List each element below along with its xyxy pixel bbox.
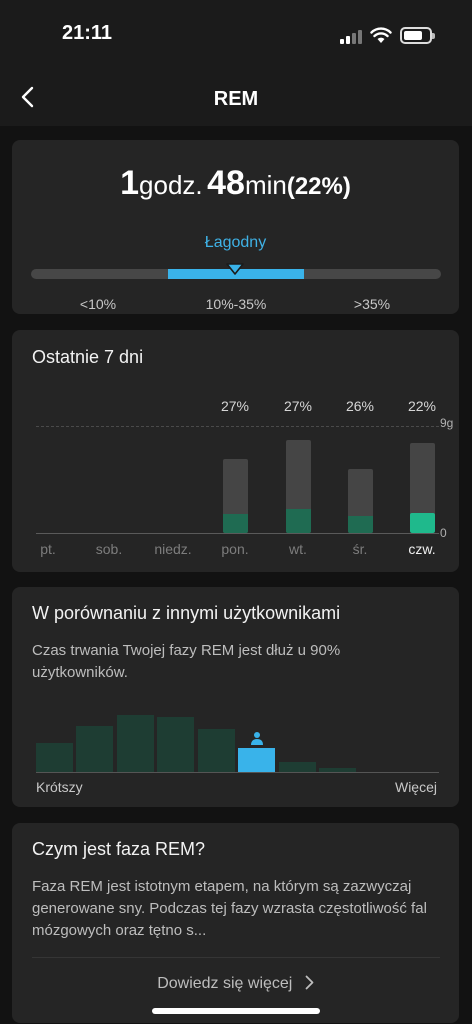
chart-top-gridline (36, 426, 439, 427)
page-title: REM (213, 88, 259, 110)
histogram-bar (117, 715, 154, 772)
home-indicator[interactable] (152, 1008, 320, 1014)
rem-percent-label: 22% (407, 398, 437, 414)
user-position-icon (250, 732, 263, 745)
rem-bar (286, 509, 311, 533)
range-label-normal: 10%-35% (205, 296, 267, 312)
learn-more-label: Dowiedz się więcej (157, 975, 293, 992)
histogram-axis (36, 772, 439, 773)
wifi-icon (370, 27, 392, 43)
rem-duration: 1godz. 48min(22%) (12, 164, 459, 203)
day-label: niedz. (154, 541, 192, 557)
status-time: 21:11 (62, 22, 113, 44)
rem-info-title: Czym jest faza REM? (32, 839, 206, 859)
histogram-bar-user (238, 748, 275, 772)
learn-more-link[interactable]: Dowiedz się więcej (12, 975, 459, 993)
rem-percent-label: 27% (220, 398, 250, 414)
comparison-title: W porównaniu z innymi użytkownikami (32, 603, 341, 623)
day-label: czw. (408, 541, 436, 557)
content-area: 1godz. 48min(22%) Łagodny <10% 10%-35% >… (0, 126, 472, 1024)
sleep-total-bar[interactable] (410, 443, 435, 533)
day-label: pt. (40, 541, 56, 557)
histogram-bar (36, 743, 73, 772)
histogram-label-right: Więcej (394, 779, 437, 795)
rem-bar (410, 513, 435, 533)
last-7-days-card: Ostatnie 7 dni 9g 0 pt. sob. niedz. pon. 27%… (12, 330, 459, 572)
histogram-bar (319, 768, 356, 772)
y-axis-max-label: 9g (440, 416, 454, 430)
duration-hours-unit: godz. (139, 170, 203, 200)
rem-bar (348, 516, 373, 533)
last-7-days-title: Ostatnie 7 dni (32, 347, 144, 367)
rem-summary-card: 1godz. 48min(22%) Łagodny <10% 10%-35% >… (12, 140, 459, 314)
status-bar: 21:11 (0, 0, 472, 70)
histogram-bar (76, 726, 113, 772)
duration-hours: 1 (120, 164, 140, 202)
rem-info-card: Czym jest faza REM? Faza REM jest istotn… (12, 823, 459, 1023)
histogram-label-left: Krótszy (36, 779, 83, 795)
nav-bar: REM (0, 70, 472, 126)
duration-minutes: 48 (207, 164, 245, 202)
chart-baseline (36, 533, 439, 534)
range-label-low: <10% (79, 296, 117, 312)
duration-percent: (22%) (286, 173, 351, 200)
range-label-high: >35% (353, 296, 391, 312)
range-pointer-icon (226, 263, 244, 275)
duration-minutes-unit: min (244, 170, 287, 200)
rem-info-text: Faza REM jest istotnym etapem, na którym… (32, 878, 427, 939)
sleep-total-bar[interactable] (286, 440, 311, 533)
day-label: śr. (352, 541, 368, 557)
rem-bar (223, 514, 248, 533)
rem-percent-label: 27% (283, 398, 313, 414)
rem-level-label: Łagodny (204, 234, 267, 251)
sleep-total-bar[interactable] (223, 459, 248, 533)
comparison-card: W porównaniu z innymi użytkownikami Czas… (12, 587, 459, 807)
histogram-bar (157, 717, 194, 772)
y-axis-zero-label: 0 (440, 526, 447, 540)
rem-percent-label: 26% (345, 398, 375, 414)
card-divider (32, 957, 440, 958)
day-label: pon. (221, 541, 249, 557)
comparison-text: Czas trwania Twojej fazy REM jest dłuż u… (32, 642, 341, 681)
day-label: sob. (95, 541, 123, 557)
chevron-right-icon (305, 975, 314, 990)
day-label: wt. (289, 541, 307, 557)
histogram-bar (198, 729, 235, 772)
rem-range-track (31, 263, 441, 279)
sleep-total-bar[interactable] (348, 469, 373, 533)
cellular-signal-icon (340, 28, 364, 44)
histogram-bar (279, 762, 316, 772)
battery-icon (400, 27, 435, 44)
